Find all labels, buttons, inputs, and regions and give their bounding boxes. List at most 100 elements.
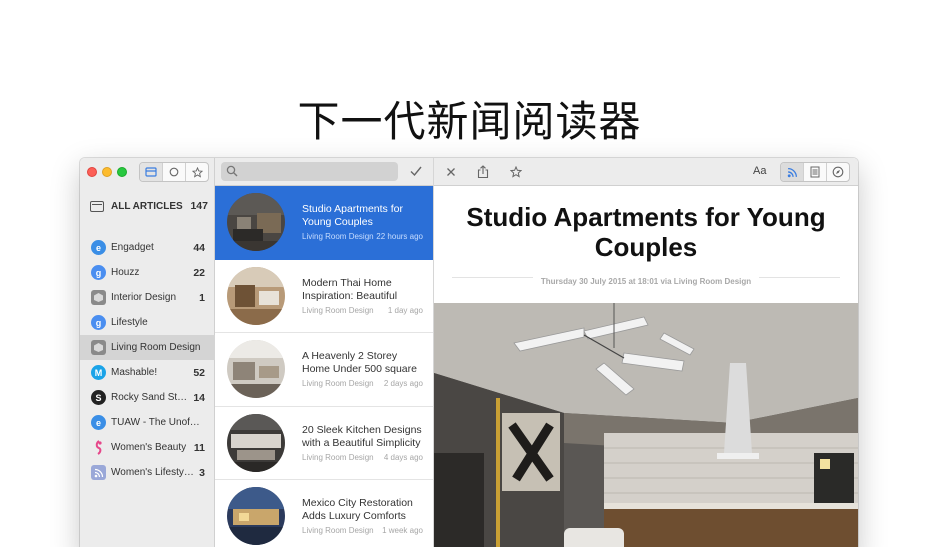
feed-name: Women's Lifesty…	[111, 467, 194, 478]
star-icon	[191, 166, 203, 178]
inbox-icon	[145, 167, 157, 177]
web-view-button[interactable]	[827, 163, 849, 181]
feed-item-womens-beauty[interactable]: Women's Beauty 11	[80, 435, 215, 460]
article-thumbnail	[227, 413, 285, 472]
all-articles-icon	[90, 200, 104, 212]
feed-name: Lifestyle	[111, 317, 148, 328]
search-input[interactable]	[241, 164, 391, 179]
feed-count: 11	[193, 441, 205, 454]
feed-name: Engadget	[111, 242, 154, 253]
circle-icon	[169, 167, 179, 177]
checkmark-icon	[410, 166, 422, 177]
article-meta: Living Room Design 2 days ago	[302, 379, 423, 388]
article-body: A Heavenly 2 Storey Home Under 500 squar…	[302, 350, 423, 388]
close-icon	[447, 168, 455, 176]
view-mode-segmented-control	[780, 162, 850, 182]
article-body: Studio Apartments for Young Couples Livi…	[302, 203, 423, 241]
article-source: Living Room Design	[302, 526, 374, 536]
article-time: 1 week ago	[382, 526, 423, 536]
sidebar: ALL ARTICLES 147 e Engadget 44 g Houzz 2…	[80, 158, 215, 547]
article-title: Mexico City Restoration Adds Luxury Comf…	[302, 497, 413, 523]
font-settings-button[interactable]: Aa	[753, 165, 766, 177]
article-byline-wrap: Thursday 30 July 2015 at 18:01 via Livin…	[434, 271, 858, 289]
rocky-sand-icon: S	[91, 390, 106, 405]
feed-count: 52	[193, 366, 205, 379]
feed-name: Interior Design	[111, 292, 177, 303]
star-icon	[510, 166, 522, 178]
sidebar-toolbar	[80, 158, 214, 186]
article-headline: Studio Apartments for Young Couples	[466, 202, 826, 262]
feed-count: 1	[199, 291, 205, 304]
list-item[interactable]: A Heavenly 2 Storey Home Under 500 squar…	[215, 333, 433, 407]
starred-filter-button[interactable]	[186, 163, 208, 181]
womens-lifestyle-icon	[91, 465, 106, 480]
all-articles-count: 147	[190, 200, 208, 212]
feed-list: e Engadget 44 g Houzz 22 Interior Design…	[80, 235, 215, 485]
article-meta: Living Room Design 4 days ago	[302, 453, 423, 462]
mashable-icon: M	[91, 365, 106, 380]
article-time: 1 day ago	[387, 305, 423, 315]
feed-item-womens-lifestyle[interactable]: Women's Lifesty… 3	[80, 460, 215, 485]
zoom-window-button[interactable]	[117, 167, 127, 177]
list-item[interactable]: Mexico City Restoration Adds Luxury Comf…	[215, 480, 433, 547]
feed-item-lifestyle[interactable]: g Lifestyle	[80, 310, 215, 335]
all-articles-item[interactable]: ALL ARTICLES 147	[90, 198, 208, 214]
feed-item-tuaw[interactable]: e TUAW - The Unoffi…	[80, 410, 215, 435]
womens-beauty-icon	[91, 440, 106, 455]
feed-name: Houzz	[111, 267, 140, 278]
feed-name: Living Room Design	[111, 342, 201, 353]
compass-icon	[832, 166, 844, 178]
list-item[interactable]: Studio Apartments for Young Couples Livi…	[215, 186, 433, 260]
all-articles-label: ALL ARTICLES	[111, 200, 183, 212]
search-box[interactable]	[221, 162, 398, 181]
houzz-icon: g	[91, 265, 106, 280]
feed-item-rocky-sand[interactable]: S Rocky Sand St… 14	[80, 385, 215, 410]
feed-item-houzz[interactable]: g Houzz 22	[80, 260, 215, 285]
feed-name: Rocky Sand St…	[111, 392, 188, 403]
list-item[interactable]: Modern Thai Home Inspiration: Beautiful …	[215, 260, 433, 333]
article-source: Living Room Design	[302, 379, 374, 389]
close-article-button[interactable]	[442, 158, 460, 186]
article-thumbnail	[227, 193, 285, 252]
rss-view-button[interactable]	[781, 163, 804, 181]
share-button[interactable]	[474, 158, 492, 186]
minimize-window-button[interactable]	[102, 167, 112, 177]
star-article-button[interactable]	[507, 158, 525, 186]
article-body: 20 Sleek Kitchen Designs with a Beautifu…	[302, 424, 423, 462]
feed-item-mashable[interactable]: M Mashable! 52	[80, 360, 215, 385]
article-source: Living Room Design	[302, 452, 374, 462]
feed-name: Women's Beauty	[111, 442, 187, 453]
feed-item-interior-design[interactable]: Interior Design 1	[80, 285, 215, 310]
filter-segmented-control	[139, 162, 209, 182]
article-title: Studio Apartments for Young Couples	[302, 203, 403, 229]
share-icon	[477, 165, 489, 179]
reader-pane: Aa Studio Apartments for Young Couples T…	[434, 158, 858, 547]
tuaw-icon: e	[91, 415, 106, 430]
promo-headline: 下一代新闻阅读器	[297, 97, 642, 146]
feed-count: 44	[193, 241, 205, 254]
article-thumbnail	[227, 487, 285, 546]
feed-item-living-room-design[interactable]: Living Room Design	[80, 335, 215, 360]
article-body: Modern Thai Home Inspiration: Beautiful …	[302, 277, 423, 315]
article-list-pane: Studio Apartments for Young Couples Livi…	[215, 158, 434, 547]
article-source: Living Room Design	[302, 305, 374, 315]
lifestyle-icon: g	[91, 315, 106, 330]
rss-icon	[787, 167, 797, 177]
feed-count: 3	[199, 466, 205, 479]
document-icon	[810, 166, 820, 178]
all-filter-button[interactable]	[140, 163, 163, 181]
readability-view-button[interactable]	[804, 163, 827, 181]
mark-all-read-button[interactable]	[409, 164, 423, 183]
list-toolbar	[215, 158, 433, 186]
feed-item-engadget[interactable]: e Engadget 44	[80, 235, 215, 260]
feed-name: TUAW - The Unoffi…	[111, 417, 201, 428]
feed-name: Mashable!	[111, 367, 158, 378]
list-item[interactable]: 20 Sleek Kitchen Designs with a Beautifu…	[215, 407, 433, 480]
article-byline: Thursday 30 July 2015 at 18:01 via Livin…	[532, 277, 760, 286]
unread-filter-button[interactable]	[163, 163, 186, 181]
article-hero-image	[434, 303, 858, 547]
app-window: ALL ARTICLES 147 e Engadget 44 g Houzz 2…	[80, 158, 858, 547]
article-time: 22 hours ago	[376, 232, 423, 242]
search-icon	[226, 165, 238, 177]
close-window-button[interactable]	[87, 167, 97, 177]
